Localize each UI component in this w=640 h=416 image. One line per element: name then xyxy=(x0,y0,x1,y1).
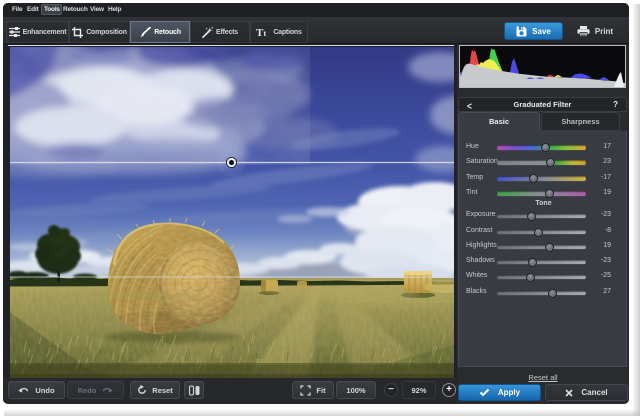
svg-text:t: t xyxy=(264,29,267,37)
